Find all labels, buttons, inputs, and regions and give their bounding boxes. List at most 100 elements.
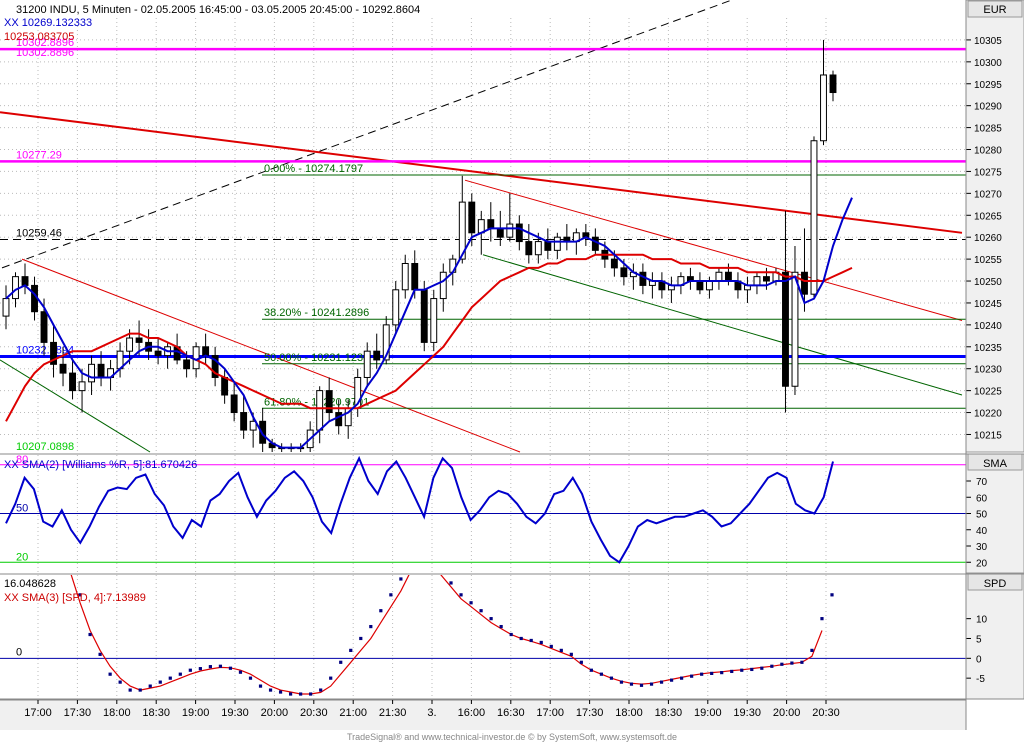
xtick-label-3: 18:30 xyxy=(142,707,170,719)
spd-dot xyxy=(680,676,684,680)
spd-dot xyxy=(599,672,604,676)
ytick-label-price-17: 10300 xyxy=(974,58,1002,69)
candle-body xyxy=(487,219,495,229)
ytick-label-price-2: 10225 xyxy=(974,387,1002,398)
spd-dot xyxy=(58,538,61,541)
spd-dot xyxy=(439,569,442,572)
spd-dot xyxy=(549,644,553,649)
spd-dot xyxy=(349,648,353,652)
candle-body xyxy=(88,363,95,383)
candle-body xyxy=(782,271,789,387)
xtick-label-15: 18:00 xyxy=(615,707,643,719)
spd-dot xyxy=(108,672,112,676)
candle-body xyxy=(126,337,134,352)
candle-body xyxy=(335,412,343,427)
xtick-label-4: 19:00 xyxy=(182,707,210,719)
sma-blue-line xyxy=(5,197,853,449)
spd-dot xyxy=(228,666,233,670)
ytick-label-williams-5: 70 xyxy=(976,477,988,488)
williams-level-label-2: 20 xyxy=(16,551,28,563)
spd-dot xyxy=(569,652,573,656)
candle-body xyxy=(496,227,504,238)
ytick-label-williams-4: 60 xyxy=(976,493,988,504)
spd-dot xyxy=(299,692,303,696)
candle-body xyxy=(373,350,381,361)
xtick-label-9: 21:30 xyxy=(379,707,407,719)
spd-dot xyxy=(198,667,202,671)
price-panel: 10215 10220 10225 10230 10235 10240 10245 10250… xyxy=(0,0,1024,453)
spd-dot xyxy=(148,684,152,688)
axis-panel-williams xyxy=(965,453,1024,574)
level-label-4: 38.20% - 10241.2896 xyxy=(264,307,369,319)
candle-body xyxy=(97,363,105,378)
level-label-1: 10277.29 xyxy=(16,149,62,161)
ytick-label-price-0: 10215 xyxy=(974,430,1002,441)
spd-dot xyxy=(589,668,593,672)
spd-dot xyxy=(579,660,583,664)
header-line1: 31200 INDU, 5 Minuten - 02.05.2005 16:45… xyxy=(16,4,420,16)
candle-body xyxy=(230,394,238,414)
williams-line xyxy=(5,455,834,564)
spd-dot xyxy=(208,665,212,669)
spd-dot xyxy=(389,593,393,597)
spd-dot xyxy=(539,640,543,645)
trend-dashed xyxy=(1,0,734,269)
candle-body xyxy=(696,280,704,291)
candle-body xyxy=(639,271,647,286)
ytick-label-price-10: 10265 xyxy=(974,211,1002,222)
ytick-label-price-8: 10255 xyxy=(974,255,1002,266)
candle-body xyxy=(439,271,447,300)
spd-dot xyxy=(820,617,824,621)
candle-body xyxy=(553,236,561,251)
ytick-label-price-5: 10240 xyxy=(974,321,1002,332)
candle-body xyxy=(610,258,618,269)
candle-body xyxy=(544,241,552,251)
xtick-label-2: 18:00 xyxy=(103,707,131,719)
spd-dot xyxy=(449,581,453,585)
ytick-label-williams-3: 50 xyxy=(976,510,988,521)
spd-dot xyxy=(469,601,473,605)
spd-dot xyxy=(489,617,493,621)
time-axis: 17:00 17:30 18:00 18:30 19:00 19:30 20:00 20:30… xyxy=(0,699,966,730)
candle-body xyxy=(620,267,628,278)
spd-zero-label: 0 xyxy=(16,646,22,658)
candle-body xyxy=(363,350,371,378)
candle-body xyxy=(763,276,770,282)
spd-dot xyxy=(690,674,694,678)
spd-dot xyxy=(740,668,744,672)
ytick-label-price-16: 10295 xyxy=(974,80,1002,91)
spd-dot xyxy=(248,676,253,680)
ytick-label-price-11: 10270 xyxy=(974,189,1002,200)
spd-dot xyxy=(629,682,634,686)
ytick-label-williams-2: 40 xyxy=(976,526,988,537)
trend-green-2 xyxy=(482,254,963,396)
spd-dot xyxy=(700,672,704,676)
candle-body xyxy=(753,276,761,286)
xtick-label-5: 19:30 xyxy=(221,707,249,719)
ytick-label-price-14: 10285 xyxy=(974,124,1002,135)
ytick-label-price-1: 10220 xyxy=(974,409,1002,420)
candle-body xyxy=(810,140,818,295)
candle-body xyxy=(192,346,200,370)
spd-dot xyxy=(128,688,132,692)
ytick-label-price-7: 10250 xyxy=(974,277,1002,288)
spd-dot xyxy=(479,609,483,613)
spd-dot xyxy=(559,648,563,652)
chart-svg: 10215 10220 10225 10230 10235 10240 10245 10250… xyxy=(0,0,1024,742)
candle-body xyxy=(154,350,162,357)
spd-dot xyxy=(268,688,273,692)
spd-dot xyxy=(780,662,784,666)
candle-body xyxy=(325,390,333,414)
spd-dot xyxy=(118,680,122,684)
ytick-label-price-6: 10245 xyxy=(974,299,1002,310)
candle-body xyxy=(591,236,599,251)
spd-dot xyxy=(649,682,654,686)
spd-dot xyxy=(188,668,192,672)
spd-series-group xyxy=(58,538,834,696)
ytick-label-spd-2: 5 xyxy=(976,634,982,645)
xtick-label-13: 17:00 xyxy=(536,707,564,719)
spd-dot xyxy=(459,593,463,597)
ytick-label-spd-0: -5 xyxy=(976,674,985,685)
spd-dot xyxy=(218,664,223,668)
candle-body xyxy=(2,298,10,317)
